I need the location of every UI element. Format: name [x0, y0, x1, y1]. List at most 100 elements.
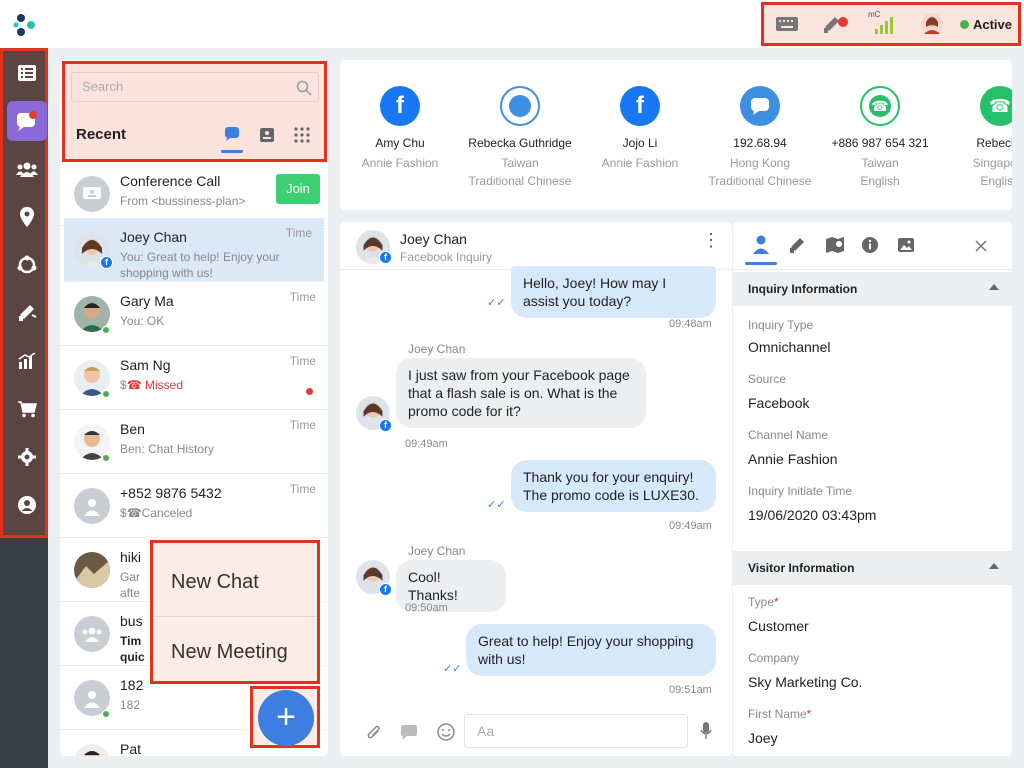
online-dot [102, 454, 110, 462]
read-receipt-icon: ✓✓ [487, 499, 506, 511]
contact-detail: Traditional Chinese [468, 174, 572, 188]
search-header: Search Recent [62, 61, 327, 162]
avatar [74, 616, 110, 652]
sidebar-item-list[interactable] [7, 53, 47, 93]
sidebar-item-campaign[interactable] [7, 293, 47, 333]
sidebar-item-contacts[interactable] [7, 149, 47, 189]
list-icon [18, 65, 36, 81]
user-icon [84, 691, 100, 708]
message-time: 09:49am [669, 520, 712, 532]
close-icon[interactable] [975, 240, 987, 252]
chat-preview: You: Great to help! Enjoy your shopping … [120, 250, 280, 280]
contact-card[interactable]: ☎ Rebecka Singapore English [940, 86, 1012, 190]
field-label: Type* [748, 595, 779, 609]
info-icon[interactable] [861, 236, 879, 254]
contact-card-icon[interactable] [259, 127, 275, 143]
required-marker: * [806, 707, 812, 721]
unread-dot [306, 388, 313, 395]
chat-item-sam-ng[interactable]: Sam Ng $☎ Missed Time [60, 346, 328, 410]
sidebar-item-location[interactable] [7, 197, 47, 237]
microphone-icon[interactable] [700, 722, 712, 740]
field-value: Omnichannel [748, 339, 831, 355]
grid-icon[interactable] [294, 127, 310, 143]
more-menu-button[interactable]: ⋮ [702, 231, 720, 256]
collapse-icon[interactable] [989, 284, 999, 290]
details-tabs [733, 222, 1012, 270]
field-value[interactable]: Sky Marketing Co. [748, 674, 862, 690]
attachment-icon[interactable] [366, 724, 382, 742]
field-value: Annie Fashion [748, 451, 838, 467]
search-icon[interactable] [296, 80, 312, 96]
top-bar: mC Active [0, 0, 1024, 48]
online-dot [102, 710, 110, 718]
chat-name: hiki [120, 549, 142, 565]
collapse-icon[interactable] [989, 563, 999, 569]
field-label: Inquiry Type [748, 318, 814, 332]
template-icon[interactable] [400, 724, 418, 740]
sidebar-item-chat[interactable] [7, 101, 47, 141]
chat-item-ben[interactable]: Ben Ben: Chat History Time [60, 410, 328, 474]
contact-detail: Taiwan [861, 156, 899, 170]
contact-card[interactable]: ☎ +886 987 654 321 Taiwan English [820, 86, 940, 190]
chat-name: Gary Ma [120, 293, 174, 309]
contact-name: Rebecka Guthridge [468, 136, 572, 150]
chat-preview: Ben: Chat History [120, 442, 215, 456]
tab-chats[interactable] [221, 126, 243, 153]
contact-card[interactable]: f Jojo Li Annie Fashion [580, 86, 700, 172]
sidebar-item-profile[interactable] [7, 485, 47, 525]
missed-label: Missed [144, 378, 183, 392]
status-label: Active [972, 16, 1013, 32]
tab-profile[interactable] [745, 234, 777, 265]
app-logo [13, 14, 35, 36]
search-input[interactable]: Search [71, 72, 319, 102]
map-location-icon[interactable] [825, 236, 845, 254]
field-value[interactable]: Joey [748, 730, 778, 746]
sidebar-item-shop[interactable] [7, 389, 47, 429]
contact-card[interactable]: Rebecka Guthridge Taiwan Traditional Chi… [460, 86, 580, 190]
join-button[interactable]: Join [276, 174, 320, 204]
webchat-icon [500, 86, 540, 126]
keyboard-button[interactable] [770, 5, 804, 43]
message-time: 09:50am [405, 602, 448, 614]
contact-card[interactable]: 192.68.94 Hong Kong Traditional Chinese [700, 86, 820, 190]
new-chat-option[interactable]: New Chat [153, 547, 317, 617]
emoji-icon[interactable] [437, 723, 455, 741]
contact-name: Rebecka [976, 136, 1012, 150]
visitor-section-header[interactable]: Visitor Information [733, 551, 1012, 585]
contact-name: Jojo Li [622, 136, 658, 150]
chat-item-phone[interactable]: +852 9876 5432 $☎Canceled Time [60, 474, 328, 538]
contact-name: Amy Chu [375, 136, 425, 150]
sidebar-item-reports[interactable] [7, 341, 47, 381]
notification-button[interactable] [816, 5, 854, 43]
status-selector[interactable]: Active [956, 5, 1016, 43]
chat-item-joey-chan[interactable]: f Joey Chan You: Great to help! Enjoy yo… [64, 218, 324, 282]
online-dot [102, 326, 110, 334]
campaign-icon[interactable] [789, 236, 807, 254]
contact-card[interactable]: f Amy Chu Annie Fashion [340, 86, 460, 172]
field-value[interactable]: Customer [748, 618, 809, 634]
user-icon [753, 235, 769, 254]
field-value: 19/06/2020 03:43pm [748, 507, 877, 523]
chat-item-conference-call[interactable]: Conference Call From <bussiness-plan> Jo… [60, 162, 328, 226]
recent-contacts-strip: f Amy Chu Annie Fashion Rebecka Guthridg… [340, 60, 1012, 210]
chat-preview: $☎Canceled [120, 505, 290, 521]
new-meeting-option[interactable]: New Meeting [153, 617, 317, 687]
facebook-icon: f [620, 86, 660, 126]
inquiry-section-header[interactable]: Inquiry Information [733, 272, 1012, 306]
chat-name: bus [120, 613, 143, 629]
new-action-button[interactable]: + [258, 690, 314, 746]
chat-time: Time [289, 418, 316, 432]
sidebar-item-settings[interactable] [7, 437, 47, 477]
image-icon[interactable] [897, 237, 915, 253]
sidebar-item-integrations[interactable] [7, 245, 47, 285]
chat-name: Joey Chan [120, 229, 187, 245]
chat-item-gary-ma[interactable]: Gary Ma You: OK Time [60, 282, 328, 346]
status-toolbar: mC Active [761, 2, 1021, 46]
chat-preview: You: OK [120, 314, 165, 328]
avatar [74, 488, 110, 524]
user-avatar[interactable] [920, 5, 944, 43]
facebook-icon: f [380, 86, 420, 126]
message-input[interactable]: Aa [464, 714, 688, 748]
user-circle-icon [18, 496, 36, 514]
sidebar-nav [0, 48, 48, 538]
